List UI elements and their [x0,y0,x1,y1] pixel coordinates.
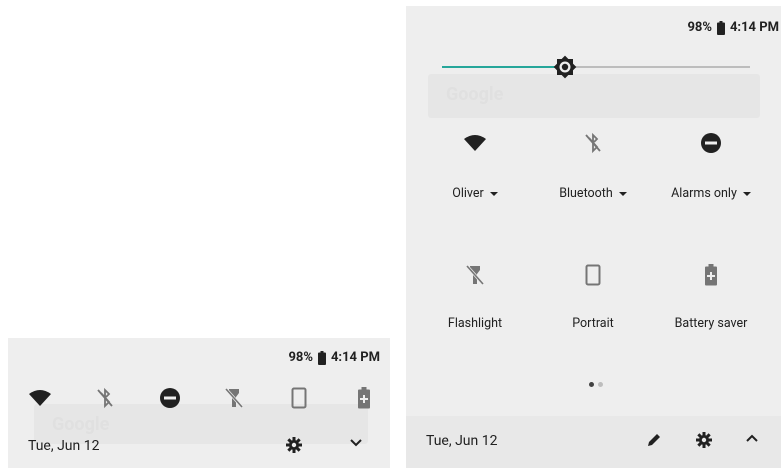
battery-saver-tile[interactable]: Battery saver [652,260,770,331]
edit-button[interactable] [646,432,662,448]
battery-icon [317,350,326,365]
chevron-up-icon [746,434,758,442]
flashlight-tile[interactable]: Flashlight [416,260,534,331]
battery-percent: 98% [288,350,313,365]
gear-icon [696,432,712,448]
gear-icon [286,437,302,453]
flashlight-tile[interactable] [220,386,248,410]
brightness-slider[interactable] [442,55,750,79]
date-label: Tue, Jun 12 [426,433,498,449]
flashlight-off-icon [225,388,244,408]
brightness-fill [442,66,566,68]
quick-tiles-grid-row-2: Flashlight Portrait Battery saver [416,260,771,331]
battery-saver-tile[interactable] [350,386,378,410]
bluetooth-off-icon [97,387,113,409]
portrait-tile-label: Portrait [572,316,614,331]
brightness-icon [553,55,577,79]
expanded-quick-settings: 98% 4:14 PM Google Oliver Bluetooth Alar… [406,6,781,468]
caret-down-icon[interactable] [618,191,627,196]
page-indicator [589,382,603,387]
wifi-icon [464,135,486,151]
clock: 4:14 PM [330,350,380,365]
status-bar: 98% 4:14 PM [288,350,380,365]
flashlight-tile-label: Flashlight [447,316,503,331]
bluetooth-off-icon [585,132,601,154]
battery-saver-icon [705,264,717,286]
page-dot-active [589,382,594,387]
wifi-tile-label: Oliver [452,186,484,201]
bluetooth-tile[interactable]: Bluetooth [534,128,652,201]
quick-tiles-grid-row-1: Oliver Bluetooth Alarms only [416,128,771,201]
clock: 4:14 PM [729,20,779,35]
wifi-tile[interactable]: Oliver [416,128,534,201]
do-not-disturb-icon [159,388,180,408]
battery-saver-tile-label: Battery saver [674,316,748,331]
battery-percent: 98% [687,20,712,35]
bluetooth-tile[interactable] [91,386,119,410]
caret-down-icon[interactable] [489,191,498,196]
portrait-tile[interactable] [285,386,313,410]
dnd-tile-label: Alarms only [671,186,737,201]
brightness-thumb[interactable] [552,54,578,80]
do-not-disturb-icon [701,133,721,153]
quick-settings-footer: Tue, Jun 12 [406,416,781,468]
date-label: Tue, Jun 12 [28,438,100,454]
battery-icon [716,20,725,35]
pencil-icon [648,434,660,446]
battery-saver-icon [357,387,370,409]
caret-down-icon[interactable] [742,191,751,196]
chevron-down-icon [350,439,362,447]
status-bar: 98% 4:14 PM [687,20,779,35]
portrait-icon [585,264,601,286]
collapsed-quick-settings: 98% 4:14 PM Google Tue, Jun 12 [8,338,390,468]
portrait-tile[interactable]: Portrait [534,260,652,331]
dnd-tile[interactable] [156,386,184,410]
google-search-widget-ghost: Google [428,74,760,118]
expand-button[interactable] [350,438,362,448]
bluetooth-tile-label: Bluetooth [559,186,613,201]
settings-button[interactable] [696,432,712,448]
quick-settings-footer: Tue, Jun 12 [8,424,390,468]
portrait-icon [291,387,307,409]
flashlight-off-icon [465,265,485,285]
wifi-tile[interactable] [26,386,54,410]
wifi-icon [29,390,51,406]
page-dot [598,382,603,387]
collapse-button[interactable] [746,433,758,443]
dnd-tile[interactable]: Alarms only [652,128,770,201]
settings-button[interactable] [286,437,302,453]
quick-tiles-row [26,386,378,410]
google-logo-ghost: Google [446,84,504,105]
